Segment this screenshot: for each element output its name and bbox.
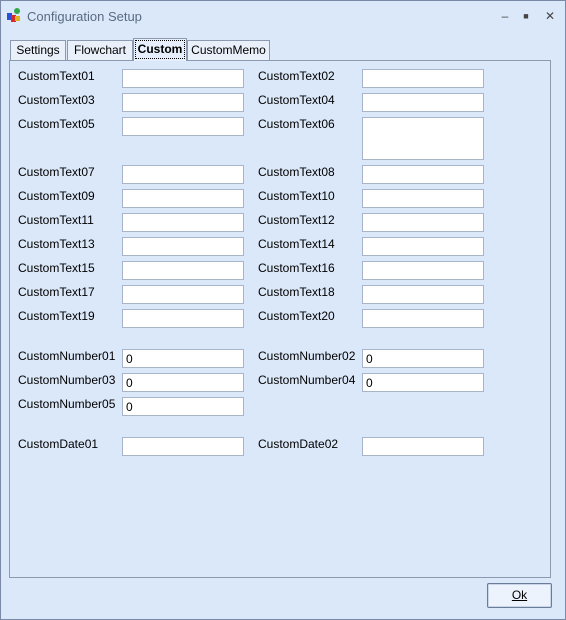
customnumber02-label: CustomNumber02	[258, 349, 356, 363]
customtext01-field[interactable]	[122, 69, 244, 88]
customtext06-label: CustomText06	[258, 117, 335, 131]
customtext17-label: CustomText17	[18, 285, 95, 299]
customnumber01-field[interactable]: 0	[122, 349, 244, 368]
customnumber05-field[interactable]: 0	[122, 397, 244, 416]
customnumber01-label: CustomNumber01	[18, 349, 116, 363]
customtext03-label: CustomText03	[18, 93, 95, 107]
tab-custommemo[interactable]: CustomMemo	[187, 40, 270, 60]
customnumber03-field[interactable]: 0	[122, 373, 244, 392]
customdate01-label: CustomDate01	[18, 437, 99, 451]
customtext20-label: CustomText20	[258, 309, 335, 323]
customtext04-field[interactable]	[362, 93, 484, 112]
customtext07-label: CustomText07	[18, 165, 95, 179]
customtext19-field[interactable]	[122, 309, 244, 328]
tab-flowchart[interactable]: Flowchart	[67, 40, 133, 60]
customtext13-label: CustomText13	[18, 237, 95, 251]
customtext11-field[interactable]	[122, 213, 244, 232]
customtext15-label: CustomText15	[18, 261, 95, 275]
customtext18-label: CustomText18	[258, 285, 335, 299]
customtext09-field[interactable]	[122, 189, 244, 208]
customtext08-label: CustomText08	[258, 165, 335, 179]
close-icon[interactable]: ✕	[541, 7, 559, 25]
customtext05-label: CustomText05	[18, 117, 95, 131]
customtext06-field[interactable]	[362, 117, 484, 160]
app-icon	[7, 8, 20, 22]
tab-settings[interactable]: Settings	[10, 40, 66, 60]
customtext09-label: CustomText09	[18, 189, 95, 203]
customtext04-label: CustomText04	[258, 93, 335, 107]
custom-tab-panel: CustomText01 CustomText02 CustomText03 C…	[9, 60, 551, 578]
ok-button[interactable]: Ok	[487, 583, 552, 608]
customtext16-field[interactable]	[362, 261, 484, 280]
customtext17-field[interactable]	[122, 285, 244, 304]
customtext12-label: CustomText12	[258, 213, 335, 227]
customtext02-field[interactable]	[362, 69, 484, 88]
customtext07-field[interactable]	[122, 165, 244, 184]
customtext19-label: CustomText19	[18, 309, 95, 323]
customdate01-field[interactable]	[122, 437, 244, 456]
ok-button-label: Ok	[511, 588, 528, 602]
window-title: Configuration Setup	[27, 9, 142, 24]
configuration-setup-window: Configuration Setup – ■ ✕ Settings Flowc…	[0, 0, 566, 620]
customtext13-field[interactable]	[122, 237, 244, 256]
customtext12-field[interactable]	[362, 213, 484, 232]
customtext18-field[interactable]	[362, 285, 484, 304]
customtext11-label: CustomText11	[18, 213, 94, 227]
maximize-icon[interactable]: ■	[517, 7, 535, 25]
customnumber02-field[interactable]: 0	[362, 349, 484, 368]
customtext08-field[interactable]	[362, 165, 484, 184]
tab-custom[interactable]: Custom	[133, 38, 187, 61]
customtext10-label: CustomText10	[258, 189, 335, 203]
customtext15-field[interactable]	[122, 261, 244, 280]
minimize-icon[interactable]: –	[496, 7, 514, 25]
title-bar[interactable]: Configuration Setup – ■ ✕	[1, 1, 565, 31]
customnumber04-label: CustomNumber04	[258, 373, 356, 387]
customtext14-field[interactable]	[362, 237, 484, 256]
customtext10-field[interactable]	[362, 189, 484, 208]
customdate02-label: CustomDate02	[258, 437, 339, 451]
customnumber05-label: CustomNumber05	[18, 397, 116, 411]
customtext03-field[interactable]	[122, 93, 244, 112]
customtext02-label: CustomText02	[258, 69, 335, 83]
customtext20-field[interactable]	[362, 309, 484, 328]
customdate02-field[interactable]	[362, 437, 484, 456]
customtext01-label: CustomText01	[18, 69, 95, 83]
customtext16-label: CustomText16	[258, 261, 335, 275]
customnumber04-field[interactable]: 0	[362, 373, 484, 392]
customtext14-label: CustomText14	[258, 237, 335, 251]
customtext05-field[interactable]	[122, 117, 244, 136]
customnumber03-label: CustomNumber03	[18, 373, 116, 387]
